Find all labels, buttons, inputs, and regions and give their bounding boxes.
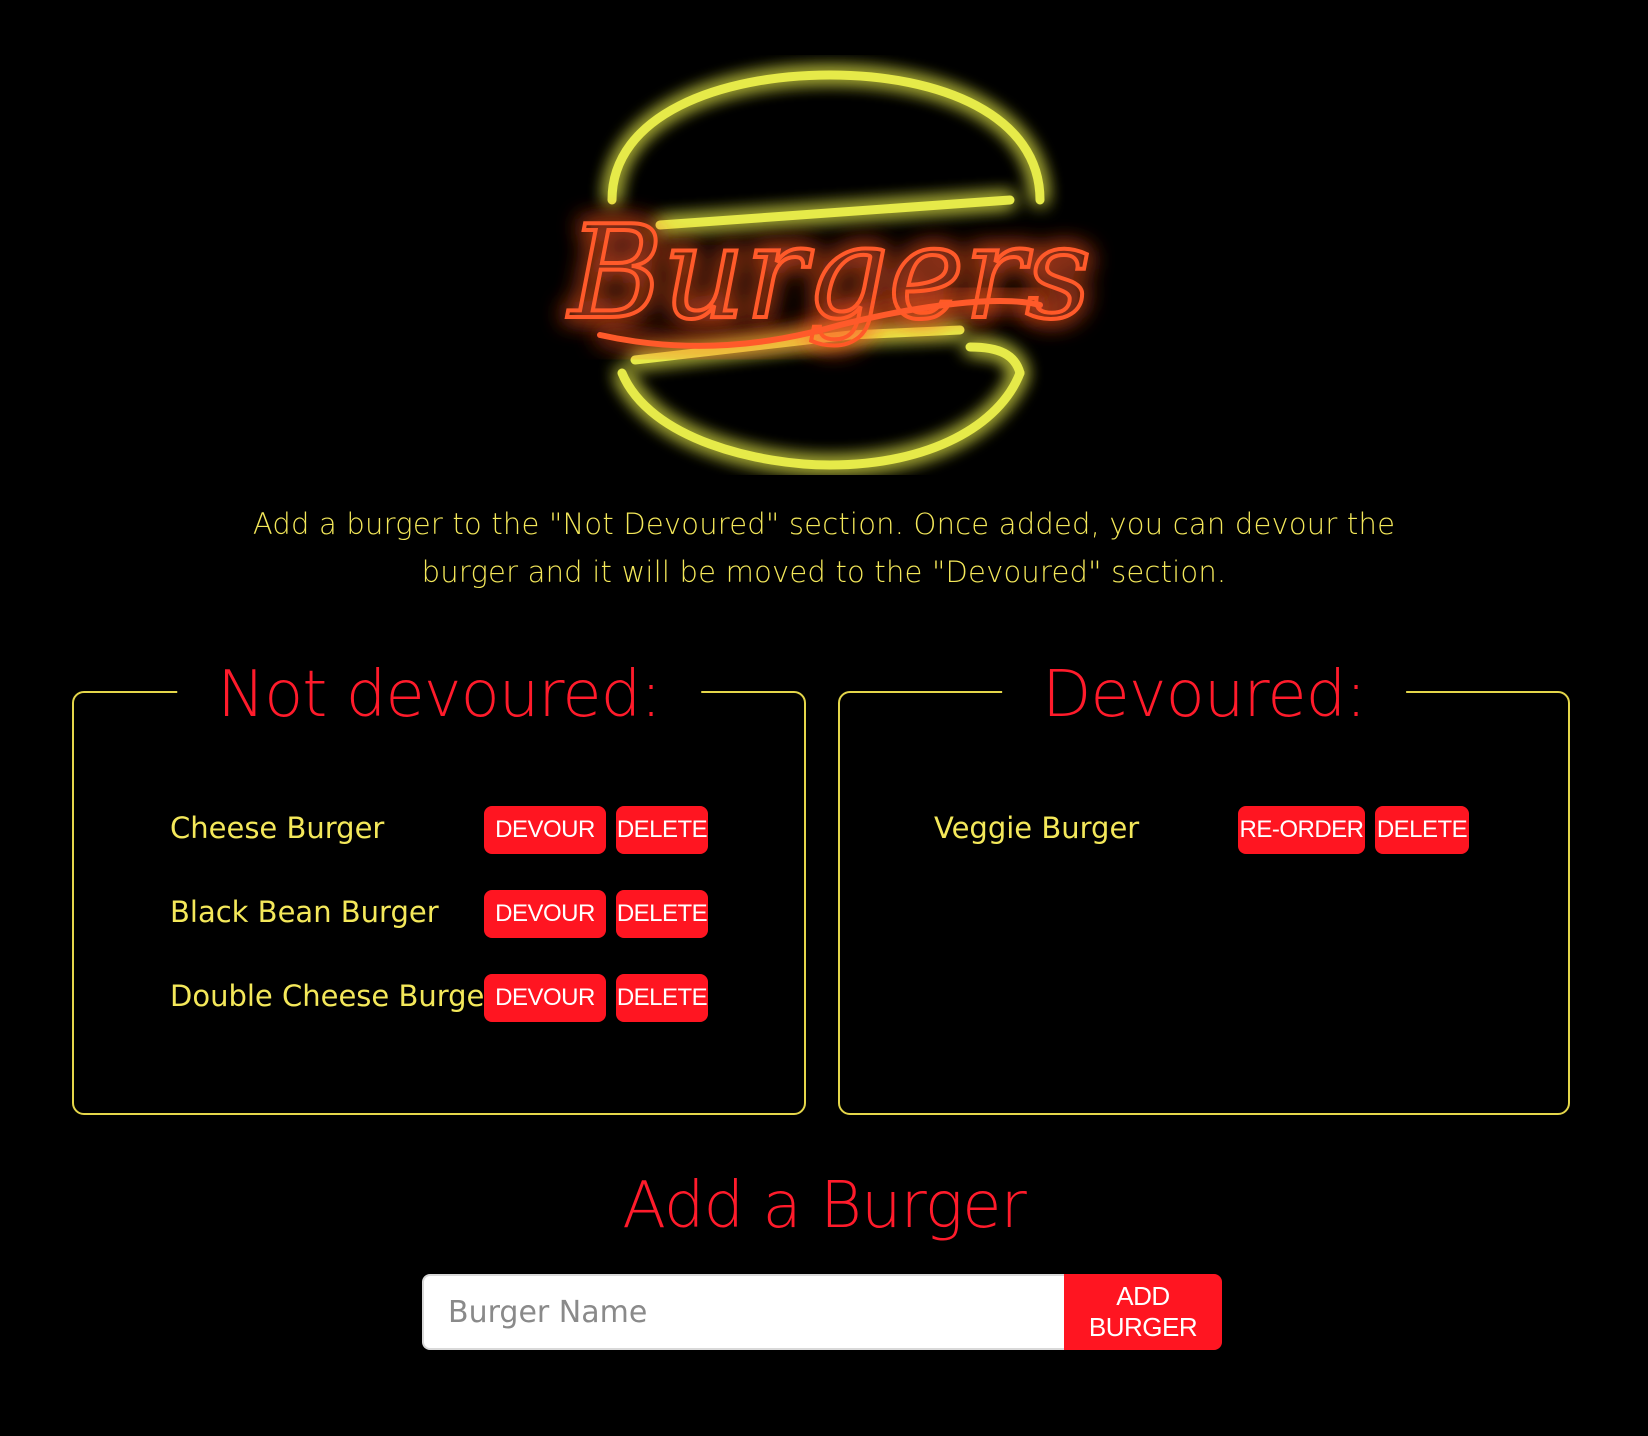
delete-button[interactable]: DELETE [616,806,708,854]
list-item: Veggie Burger RE-ORDER DELETE [934,806,1494,854]
list-item: Black Bean Burger DEVOUR DELETE [170,890,710,938]
not-devoured-panel: Not devoured: Cheese Burger DEVOUR DELET… [72,659,806,1115]
intro-line-1: Add a burger to the "Not Devoured" secti… [252,507,1396,541]
delete-button[interactable]: DELETE [1375,806,1469,854]
devour-button[interactable]: DEVOUR [484,974,606,1022]
intro-line-2: burger and it will be moved to the "Devo… [421,555,1227,589]
not-devoured-title: Not devoured: [177,659,701,731]
burger-name: Black Bean Burger [170,895,439,929]
list-item: Cheese Burger DEVOUR DELETE [170,806,710,854]
delete-button[interactable]: DELETE [616,974,708,1022]
burgers-neon-logo: Burgers [565,70,1093,470]
add-burger-button[interactable]: ADD BURGER [1064,1274,1222,1350]
burger-name-input[interactable] [422,1274,1064,1350]
devoured-panel: Devoured: Veggie Burger RE-ORDER DELETE [838,659,1570,1115]
add-burger-form: ADD BURGER [422,1274,1222,1350]
burger-name: Double Cheese Burger [170,979,497,1013]
devour-button[interactable]: DEVOUR [484,890,606,938]
devour-button[interactable]: DEVOUR [484,806,606,854]
burger-name: Veggie Burger [934,811,1140,845]
add-burger-title: Add a Burger [622,1169,1027,1243]
burger-name: Cheese Burger [170,811,385,845]
list-item: Double Cheese Burger DEVOUR DELETE [170,974,710,1022]
delete-button[interactable]: DELETE [616,890,708,938]
reorder-button[interactable]: RE-ORDER [1238,806,1365,854]
devoured-title: Devoured: [1002,659,1406,731]
intro-text: Add a burger to the "Not Devoured" secti… [240,500,1408,596]
